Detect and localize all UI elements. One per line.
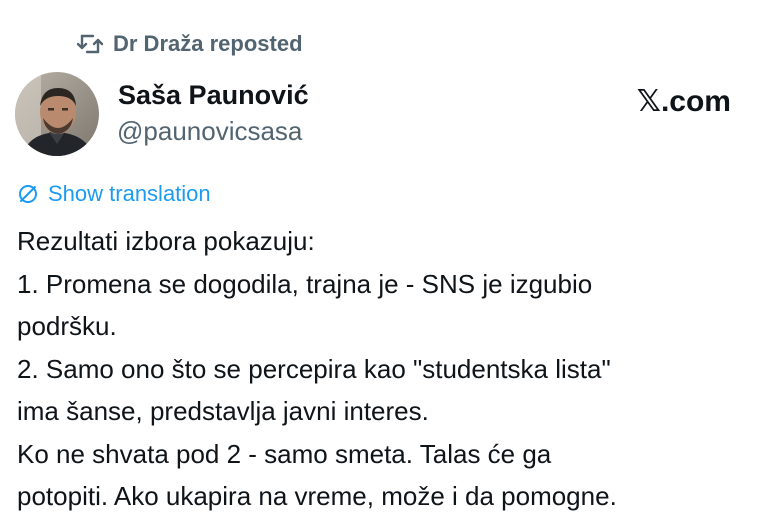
tweet-line: Rezultati izbora pokazuju: <box>17 226 315 256</box>
tweet-line: podršku. <box>17 311 117 341</box>
globe-icon <box>17 183 39 205</box>
x-logo: 𝕏.com <box>636 85 731 118</box>
author-handle[interactable]: @paunovicsasa <box>117 116 302 147</box>
repost-label: Dr Draža reposted <box>113 31 303 56</box>
tweet-line: 1. Promena se dogodila, trajna je - SNS … <box>17 268 593 299</box>
tweet-line: potopiti. Ako ukapira na vreme, može i d… <box>17 481 617 511</box>
repost-indicator[interactable]: Dr Draža reposted <box>77 30 303 58</box>
show-translation-button[interactable]: Show translation <box>17 180 211 208</box>
author-name[interactable]: Saša Paunović <box>118 80 309 111</box>
repost-icon <box>77 33 103 55</box>
avatar[interactable] <box>15 72 99 156</box>
tweet-line: ima šanse, predstavlja javni interes. <box>17 396 429 426</box>
tweet-line: Ko ne shvata pod 2 - samo smeta. Talas ć… <box>17 438 552 469</box>
tweet-text: Rezultati izbora pokazuju: 1. Promena se… <box>17 220 757 518</box>
tweet-line: 2. Samo ono što se percepira kao "studen… <box>17 353 611 384</box>
show-translation-label: Show translation <box>48 181 211 206</box>
